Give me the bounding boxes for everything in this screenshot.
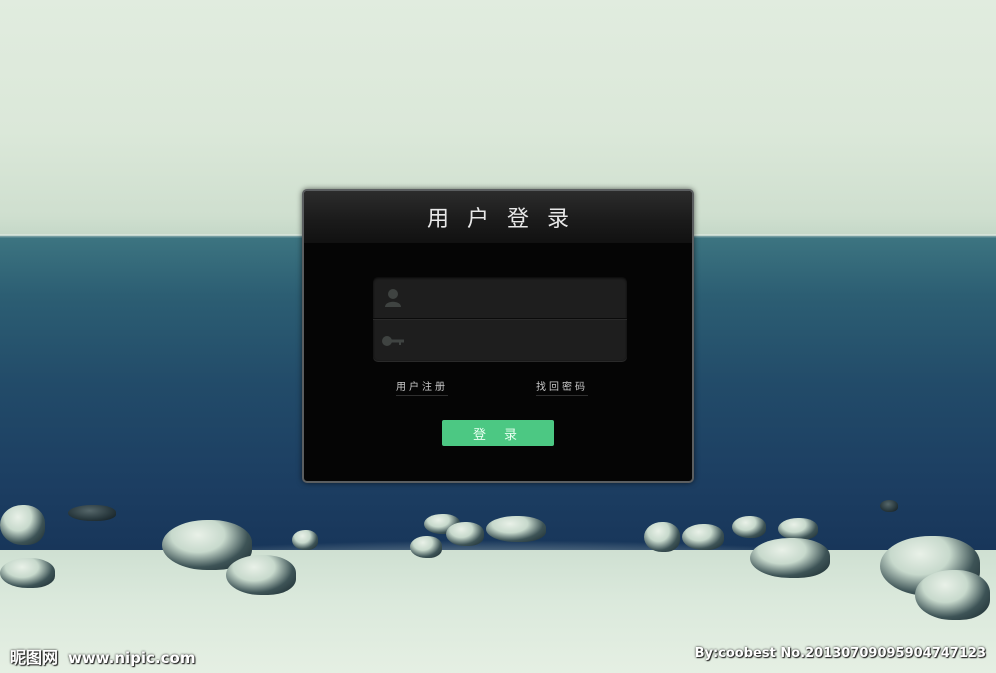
key-icon — [373, 320, 413, 361]
rock — [226, 555, 296, 595]
auth-links: 用户注册 找回密码 — [396, 381, 592, 396]
rock — [915, 570, 990, 620]
rock — [682, 524, 724, 550]
user-icon — [373, 277, 413, 318]
watermark-left: 昵图网 www.nipic.com — [10, 644, 195, 668]
rock — [0, 505, 45, 545]
rock — [0, 558, 55, 588]
rock — [486, 516, 546, 542]
login-panel: 用户登录 用户注册 找回密码 登录 — [302, 189, 694, 483]
rock — [644, 522, 680, 552]
username-field — [373, 277, 627, 319]
rock — [750, 538, 830, 578]
login-header: 用户登录 — [304, 191, 692, 243]
watermark-credit: By:coobest No.20130709095904747123 — [694, 646, 986, 661]
credentials-group — [373, 277, 627, 361]
register-link[interactable]: 用户注册 — [396, 381, 448, 396]
rock — [778, 518, 818, 540]
forgot-password-link[interactable]: 找回密码 — [536, 381, 588, 396]
rock — [68, 505, 116, 521]
login-title: 用户登录 — [426, 207, 587, 232]
password-input[interactable] — [413, 322, 627, 359]
username-input[interactable] — [413, 279, 627, 316]
rock — [880, 500, 898, 512]
rock — [446, 522, 484, 546]
rock — [410, 536, 442, 558]
watermark-logo: 昵图网 — [10, 648, 59, 667]
login-button[interactable]: 登录 — [442, 420, 554, 446]
rock — [292, 530, 318, 550]
rock — [732, 516, 766, 538]
background-scene: 用户登录 用户注册 找回密码 登录 昵图网 www.nipic.com By:c… — [0, 0, 996, 673]
watermark-site: www.nipic.com — [68, 649, 196, 667]
password-field — [373, 319, 627, 361]
